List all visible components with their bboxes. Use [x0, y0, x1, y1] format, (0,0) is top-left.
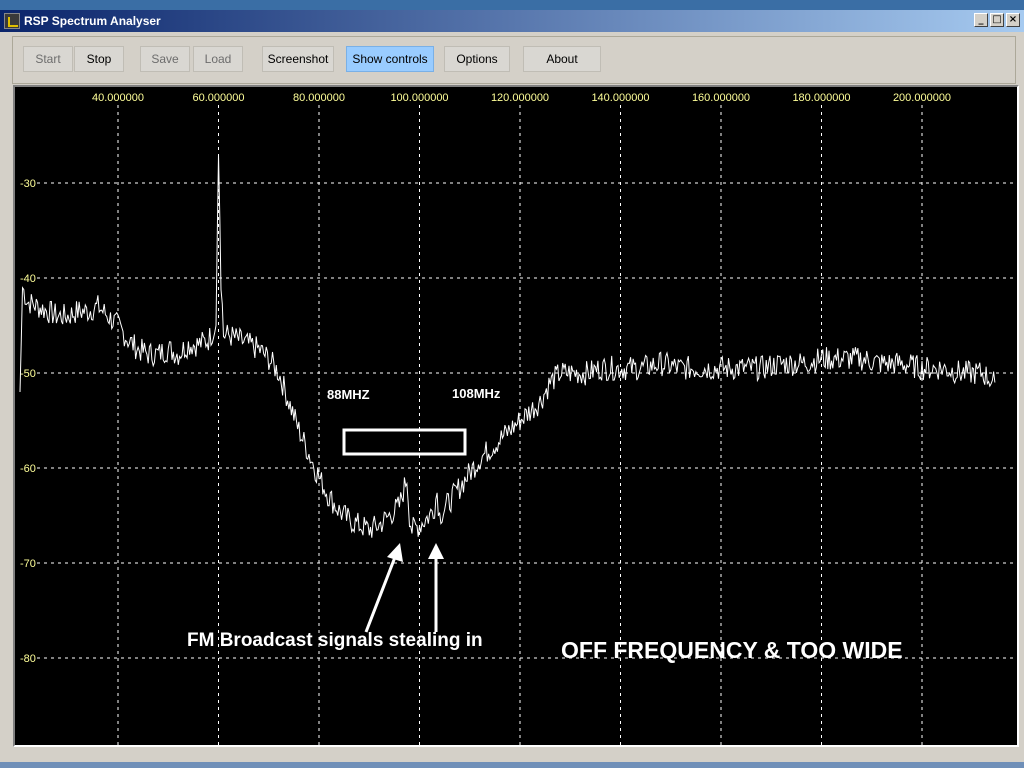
minimize-button[interactable]: _ [974, 13, 988, 27]
toolbar: Start Stop Save Load Screenshot Show con… [12, 36, 1016, 84]
window-controls: _ □ × [974, 13, 1020, 27]
app-window: RSP Spectrum Analyser _ □ × Start Stop S… [0, 10, 1024, 762]
close-button[interactable]: × [1006, 13, 1020, 27]
x-axis-ticks: 40.000000 60.000000 80.000000 100.000000 120… [92, 92, 951, 104]
y-tick-label: -40 [20, 273, 36, 285]
off-frequency-note: OFF FREQUENCY & TOO WIDE [561, 637, 903, 663]
x-tick-label: 100.000000 [390, 92, 448, 104]
maximize-button[interactable]: □ [990, 13, 1004, 27]
stop-button[interactable]: Stop [74, 46, 124, 72]
options-button[interactable]: Options [444, 46, 510, 72]
spectrum-chart: 40.000000 60.000000 80.000000 100.000000 120… [19, 92, 1017, 745]
label-108mhz: 108MHz [452, 386, 501, 401]
label-88mhz: 88MHZ [327, 387, 370, 402]
y-tick-label: -80 [20, 653, 36, 665]
x-tick-label: 200.000000 [893, 92, 951, 104]
x-tick-label: 140.000000 [591, 92, 649, 104]
arrow-right-head [428, 543, 444, 559]
x-tick-label: 60.000000 [193, 92, 245, 104]
desktop-taskbar-strip [0, 762, 1024, 768]
x-tick-label: 40.000000 [92, 92, 144, 104]
x-tick-label: 120.000000 [491, 92, 549, 104]
y-tick-label: -70 [20, 558, 36, 570]
load-button[interactable]: Load [193, 46, 243, 72]
arrow-left-head [387, 543, 403, 562]
y-tick-label: -30 [20, 178, 36, 190]
show-controls-button[interactable]: Show controls [346, 46, 434, 72]
x-tick-label: 160.000000 [692, 92, 750, 104]
x-tick-label: 180.000000 [792, 92, 850, 104]
screenshot-button[interactable]: Screenshot [262, 46, 334, 72]
x-tick-label: 80.000000 [293, 92, 345, 104]
spectrum-plot[interactable]: 40.000000 60.000000 80.000000 100.000000 120… [13, 85, 1019, 747]
save-button[interactable]: Save [140, 46, 190, 72]
annotations: 88MHZ 108MHz FM Broadcast signals steali… [187, 386, 903, 663]
about-button[interactable]: About [523, 46, 601, 72]
fm-band-box [342, 428, 467, 456]
window-title: RSP Spectrum Analyser [24, 14, 161, 28]
arrow-left-line [364, 551, 399, 633]
y-tick-label: -60 [20, 463, 36, 475]
y-tick-label: -50 [20, 368, 36, 380]
start-button[interactable]: Start [23, 46, 73, 72]
fm-broadcast-note: FM Broadcast signals stealing in [187, 630, 483, 651]
spectrum-trace [19, 154, 996, 538]
y-axis-ticks: -30 -40 -50 -60 -70 -80 [20, 178, 36, 665]
app-icon [4, 13, 20, 29]
title-bar[interactable]: RSP Spectrum Analyser _ □ × [0, 10, 1024, 32]
